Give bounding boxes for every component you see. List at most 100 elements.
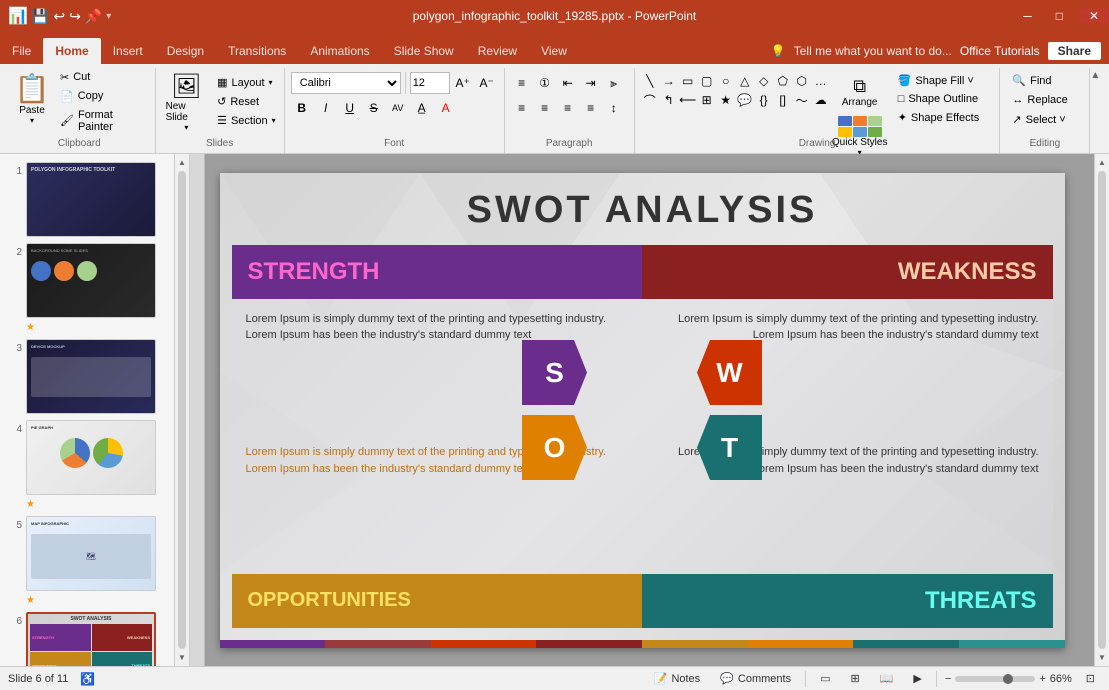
scroll-up-arrow[interactable]: ▲ bbox=[178, 158, 186, 167]
strikethrough-button[interactable]: S bbox=[363, 97, 385, 119]
shape-line[interactable]: ╲ bbox=[641, 72, 659, 90]
shape-diamond[interactable]: ◇ bbox=[755, 72, 773, 90]
bullets-button[interactable]: ≡ bbox=[511, 72, 533, 94]
save-icon[interactable]: 💾 bbox=[32, 8, 49, 25]
undo-icon[interactable]: ↩ bbox=[53, 8, 65, 25]
font-color-button[interactable]: A bbox=[435, 97, 457, 119]
layout-button[interactable]: ▦Layout▾ bbox=[213, 74, 280, 91]
shape-arrow[interactable]: → bbox=[660, 72, 678, 90]
shape-more[interactable]: … bbox=[812, 72, 830, 90]
format-painter-button[interactable]: 🖌Format Painter bbox=[56, 107, 151, 135]
columns-button[interactable]: ⫸ bbox=[603, 72, 625, 94]
align-right-button[interactable]: ≡ bbox=[557, 97, 579, 119]
shape-outline-button[interactable]: □Shape Outline bbox=[894, 91, 1004, 107]
slide-thumb-5[interactable]: 5 MAP INFOGRAPHIC 🗺 ★ bbox=[6, 516, 168, 606]
pin-icon[interactable]: 📌 bbox=[85, 8, 102, 25]
zoom-in-button[interactable]: + bbox=[1039, 673, 1045, 685]
reset-button[interactable]: ↺Reset bbox=[213, 93, 280, 110]
tab-animations[interactable]: Animations bbox=[298, 38, 381, 64]
italic-button[interactable]: I bbox=[315, 97, 337, 119]
tab-file[interactable]: File bbox=[0, 38, 43, 64]
increase-font-button[interactable]: A⁺ bbox=[452, 72, 474, 94]
fit-window-button[interactable]: ⊡ bbox=[1080, 670, 1101, 687]
decrease-indent-button[interactable]: ⇤ bbox=[557, 72, 579, 94]
new-slide-button[interactable]: 🖼 New Slide ▾ bbox=[160, 68, 214, 135]
slideshow-button[interactable]: ▶ bbox=[907, 670, 927, 687]
tab-transitions[interactable]: Transitions bbox=[216, 38, 298, 64]
ribbon-collapse-button[interactable]: ▲ bbox=[1090, 70, 1100, 81]
slide-thumb-6[interactable]: 6 SWOT ANALYSIS STRENGTH WEAKNESS OPPORT… bbox=[6, 612, 168, 666]
tab-home[interactable]: Home bbox=[43, 38, 100, 64]
justify-button[interactable]: ≡ bbox=[580, 97, 602, 119]
shape-bend[interactable]: ↰ bbox=[660, 91, 678, 109]
main-scroll-down[interactable]: ▼ bbox=[1098, 653, 1106, 662]
shape-curved[interactable]: ⌒ bbox=[641, 91, 659, 109]
office-tutorials-link[interactable]: Office Tutorials bbox=[960, 44, 1040, 58]
font-size-input[interactable] bbox=[410, 72, 450, 94]
tab-view[interactable]: View bbox=[529, 38, 579, 64]
shape-star[interactable]: ★ bbox=[717, 91, 735, 109]
share-button[interactable]: Share bbox=[1048, 42, 1101, 60]
shape-block[interactable]: ⊞ bbox=[698, 91, 716, 109]
shape-bracket[interactable]: [] bbox=[774, 91, 792, 109]
shadow-button[interactable]: A̲ bbox=[411, 97, 433, 119]
shape-rounded-rect[interactable]: ▢ bbox=[698, 72, 716, 90]
replace-button[interactable]: ↔Replace bbox=[1008, 92, 1081, 108]
notes-button[interactable]: 📝 Notes bbox=[648, 670, 706, 687]
shape-brace[interactable]: {} bbox=[755, 91, 773, 109]
scroll-down-arrow[interactable]: ▼ bbox=[178, 653, 186, 662]
reading-view-button[interactable]: 📖 bbox=[874, 670, 900, 687]
copy-button[interactable]: 📄Copy bbox=[56, 88, 151, 105]
line-spacing-button[interactable]: ↕ bbox=[603, 97, 625, 119]
shape-connector[interactable]: ⟵ bbox=[679, 91, 697, 109]
normal-view-button[interactable]: ▭ bbox=[814, 670, 836, 687]
comments-button[interactable]: 💬 Comments bbox=[714, 670, 797, 687]
close-button[interactable]: ✕ bbox=[1079, 9, 1109, 23]
font-family-select[interactable]: Calibri bbox=[291, 72, 401, 94]
shape-hexa[interactable]: ⬡ bbox=[793, 72, 811, 90]
shape-triangle[interactable]: △ bbox=[736, 72, 754, 90]
increase-indent-button[interactable]: ⇥ bbox=[580, 72, 602, 94]
tab-insert[interactable]: Insert bbox=[101, 38, 155, 64]
slide-thumb-3[interactable]: 3 DEVICE MOCKUP bbox=[6, 339, 168, 414]
shape-cloud[interactable]: ☁ bbox=[812, 91, 830, 109]
zoom-slider[interactable] bbox=[955, 676, 1035, 682]
shape-callout[interactable]: 💬 bbox=[736, 91, 754, 109]
decrease-font-button[interactable]: A⁻ bbox=[476, 72, 498, 94]
bold-button[interactable]: B bbox=[291, 97, 313, 119]
main-scroll-thumb[interactable] bbox=[1098, 171, 1106, 649]
paste-button[interactable]: 📋 Paste ▾ bbox=[8, 68, 56, 135]
main-scroll-up[interactable]: ▲ bbox=[1098, 158, 1106, 167]
tab-slideshow[interactable]: Slide Show bbox=[382, 38, 466, 64]
minimize-button[interactable]: ─ bbox=[1015, 9, 1040, 23]
shape-rect[interactable]: ▭ bbox=[679, 72, 697, 90]
cut-button[interactable]: ✂Cut bbox=[56, 69, 151, 86]
align-center-button[interactable]: ≡ bbox=[534, 97, 556, 119]
shape-effects-button[interactable]: ✦Shape Effects bbox=[894, 109, 1004, 126]
tab-review[interactable]: Review bbox=[466, 38, 529, 64]
slide-thumb-2[interactable]: 2 BACKGROUND SOME SLIDES ★ bbox=[6, 243, 168, 333]
find-button[interactable]: 🔍Find bbox=[1008, 72, 1081, 89]
slide-sorter-button[interactable]: ⊞ bbox=[844, 670, 865, 687]
arrange-button[interactable]: ⧉ Arrange bbox=[830, 72, 890, 112]
dropdown-icon[interactable]: ▾ bbox=[106, 11, 111, 22]
shape-fill-button[interactable]: 🪣Shape Fill ˅ bbox=[894, 72, 1004, 89]
shape-penta[interactable]: ⬠ bbox=[774, 72, 792, 90]
slide-panel-scrollbar[interactable]: ▲ ▼ bbox=[175, 154, 190, 666]
select-button[interactable]: ↗Select ˅ bbox=[1008, 111, 1081, 128]
tab-design[interactable]: Design bbox=[155, 38, 216, 64]
section-button[interactable]: ☰Section▾ bbox=[213, 112, 280, 129]
slide-thumb-1[interactable]: 1 POLYGON INFOGRAPHIC TOOLKIT bbox=[6, 162, 168, 237]
tell-me-search[interactable]: Tell me what you want to do... bbox=[794, 44, 952, 58]
shape-wave[interactable]: 〜 bbox=[793, 91, 811, 109]
shape-oval[interactable]: ○ bbox=[717, 72, 735, 90]
slide-thumb-4[interactable]: 4 PIE GRAPH ★ bbox=[6, 420, 168, 510]
maximize-button[interactable]: □ bbox=[1048, 9, 1071, 23]
smallcaps-button[interactable]: AV bbox=[387, 97, 409, 119]
zoom-thumb[interactable] bbox=[1003, 674, 1013, 684]
numbering-button[interactable]: ① bbox=[534, 72, 556, 94]
scroll-thumb[interactable] bbox=[178, 171, 186, 649]
zoom-out-button[interactable]: − bbox=[945, 673, 951, 685]
quick-styles-button[interactable]: Quick Styles▾ bbox=[830, 114, 890, 159]
underline-button[interactable]: U bbox=[339, 97, 361, 119]
